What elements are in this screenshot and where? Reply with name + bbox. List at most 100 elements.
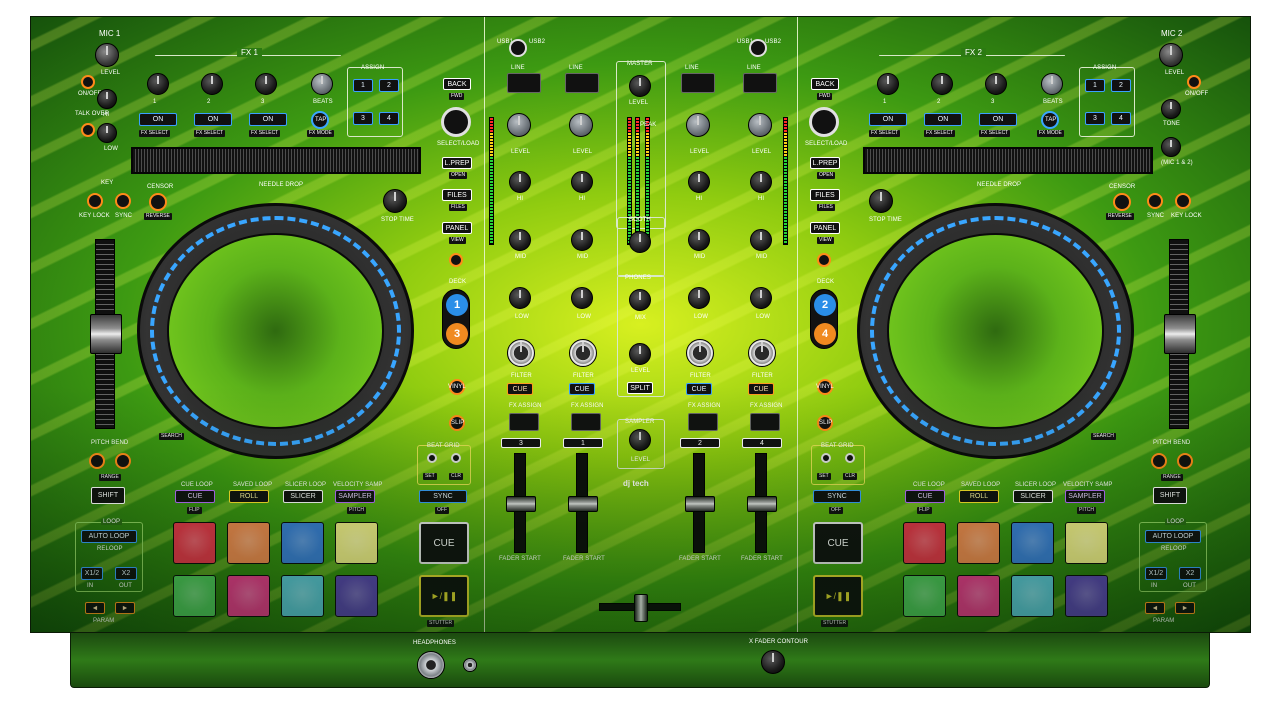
- pad-mode-slicer-button[interactable]: SLICER: [283, 490, 323, 503]
- mic1-level-knob[interactable]: [95, 43, 119, 67]
- area-button-left[interactable]: [449, 253, 463, 267]
- pad-mode-cue-button-right[interactable]: CUE: [905, 490, 945, 503]
- mic12-knob[interactable]: [1161, 137, 1181, 157]
- pad-right-4[interactable]: [1065, 522, 1108, 564]
- ch3-fx-assign-switch[interactable]: [509, 413, 539, 431]
- fx2-on-button-2[interactable]: ON: [924, 113, 962, 126]
- pad-mode-cue-button[interactable]: CUE: [175, 490, 215, 503]
- pitch-fader-left-cap[interactable]: [90, 314, 122, 354]
- files-button-right[interactable]: FILES: [810, 189, 840, 201]
- master-level-knob[interactable]: [629, 75, 651, 97]
- pad-right-6[interactable]: [957, 575, 1000, 617]
- ch4-fx-assign-switch[interactable]: [750, 413, 780, 431]
- pad-right-8[interactable]: [1065, 575, 1108, 617]
- lprep-button-right[interactable]: L.PREP: [810, 157, 840, 169]
- pad-mode-sampler-button[interactable]: SAMPLER: [335, 490, 375, 503]
- select-load-knob-left[interactable]: [441, 107, 471, 137]
- sync-key-button[interactable]: [115, 193, 131, 209]
- auto-loop-button-left[interactable]: AUTO LOOP: [81, 530, 137, 543]
- fx1-on-button-1[interactable]: ON: [139, 113, 177, 126]
- fx2-knob-3[interactable]: [985, 73, 1007, 95]
- loop-double-button-left[interactable]: X2: [115, 567, 137, 580]
- needle-drop-strip-right[interactable]: [863, 147, 1153, 174]
- deck-3-button[interactable]: 3: [446, 323, 468, 345]
- ch3-fader-cap[interactable]: [506, 496, 536, 512]
- pad-right-5[interactable]: [903, 575, 946, 617]
- ch3-mid-knob[interactable]: [509, 229, 531, 251]
- assign-2-button[interactable]: 2: [379, 79, 399, 92]
- ch2-fader[interactable]: [685, 453, 715, 553]
- cue-button-left[interactable]: CUE: [419, 522, 469, 564]
- beat-grid-adjust-button-right[interactable]: [821, 453, 831, 463]
- usb-selector-right[interactable]: [749, 39, 767, 57]
- ch2-level-knob[interactable]: [686, 113, 710, 137]
- ch4-fader-cap[interactable]: [747, 496, 777, 512]
- cue-button-right[interactable]: CUE: [813, 522, 863, 564]
- deck-2-button[interactable]: 2: [814, 294, 836, 316]
- param-left-button-right[interactable]: ◄: [1145, 602, 1165, 614]
- param-right-button[interactable]: ►: [115, 602, 135, 614]
- usb-selector-left[interactable]: [509, 39, 527, 57]
- pad-5[interactable]: [173, 575, 216, 617]
- jog-wheel-right[interactable]: [857, 203, 1134, 459]
- fx1-on-button-3[interactable]: ON: [249, 113, 287, 126]
- lprep-button-left[interactable]: L.PREP: [442, 157, 472, 169]
- ch1-mid-knob[interactable]: [571, 229, 593, 251]
- split-button[interactable]: SPLIT: [627, 382, 653, 394]
- ch2-fx-assign-switch[interactable]: [688, 413, 718, 431]
- pad-right-2[interactable]: [957, 522, 1000, 564]
- ch1-fx-assign-switch[interactable]: [571, 413, 601, 431]
- pad-1[interactable]: [173, 522, 216, 564]
- mic2-tone-knob[interactable]: [1161, 99, 1181, 119]
- assign-4-button-right[interactable]: 4: [1111, 112, 1131, 125]
- ch2-cue-button[interactable]: CUE: [686, 383, 712, 395]
- mic1-low-knob[interactable]: [97, 123, 117, 143]
- panel-button-left[interactable]: PANEL: [442, 222, 472, 234]
- pad-3[interactable]: [281, 522, 324, 564]
- pad-mode-slicer-button-right[interactable]: SLICER: [1013, 490, 1053, 503]
- fx1-knob-2[interactable]: [201, 73, 223, 95]
- area-button-right[interactable]: [817, 253, 831, 267]
- assign-4-button[interactable]: 4: [379, 112, 399, 125]
- fx2-on-button-3[interactable]: ON: [979, 113, 1017, 126]
- beat-grid-adjust-button-left[interactable]: [427, 453, 437, 463]
- ch1-hi-knob[interactable]: [571, 171, 593, 193]
- play-pause-button-left[interactable]: ►/❚❚: [419, 575, 469, 617]
- assign-3-button[interactable]: 3: [353, 112, 373, 125]
- sync-button-left[interactable]: SYNC: [419, 490, 467, 503]
- select-load-knob-right[interactable]: [809, 107, 839, 137]
- files-button-left[interactable]: FILES: [442, 189, 472, 201]
- ch4-cue-button[interactable]: CUE: [748, 383, 774, 395]
- pitch-fader-right-cap[interactable]: [1164, 314, 1196, 354]
- back-button-right[interactable]: BACK: [811, 78, 839, 90]
- crossfader-cap[interactable]: [634, 594, 648, 622]
- pad-2[interactable]: [227, 522, 270, 564]
- pad-mode-roll-button[interactable]: ROLL: [229, 490, 269, 503]
- beats-knob[interactable]: [311, 73, 333, 95]
- fx2-on-button-1[interactable]: ON: [869, 113, 907, 126]
- censor-button-right[interactable]: [1113, 193, 1131, 211]
- sync-button-right[interactable]: SYNC: [813, 490, 861, 503]
- assign-1-button[interactable]: 1: [353, 79, 373, 92]
- ch2-fader-cap[interactable]: [685, 496, 715, 512]
- ch4-source-switch[interactable]: [743, 73, 777, 93]
- fx1-knob-1[interactable]: [147, 73, 169, 95]
- ch2-low-knob[interactable]: [688, 287, 710, 309]
- deck-4-button[interactable]: 4: [814, 323, 836, 345]
- mic2-on-off-button[interactable]: [1187, 75, 1201, 89]
- ch2-filter-knob[interactable]: [686, 339, 714, 367]
- ch2-source-switch[interactable]: [681, 73, 715, 93]
- pad-right-3[interactable]: [1011, 522, 1054, 564]
- pad-right-7[interactable]: [1011, 575, 1054, 617]
- ch4-hi-knob[interactable]: [750, 171, 772, 193]
- pad-mode-sampler-button-right[interactable]: SAMPLER: [1065, 490, 1105, 503]
- jog-wheel-left[interactable]: [137, 203, 414, 459]
- fx1-knob-3[interactable]: [255, 73, 277, 95]
- pitch-bend-minus-button[interactable]: [89, 453, 105, 469]
- loop-half-button-right[interactable]: X1/2: [1145, 567, 1167, 580]
- pitch-bend-plus-button[interactable]: [115, 453, 131, 469]
- key-lock-button-right[interactable]: [1175, 193, 1191, 209]
- beats-knob-right[interactable]: [1041, 73, 1063, 95]
- ch4-filter-knob[interactable]: [748, 339, 776, 367]
- headphones-mini-jack[interactable]: [463, 658, 477, 672]
